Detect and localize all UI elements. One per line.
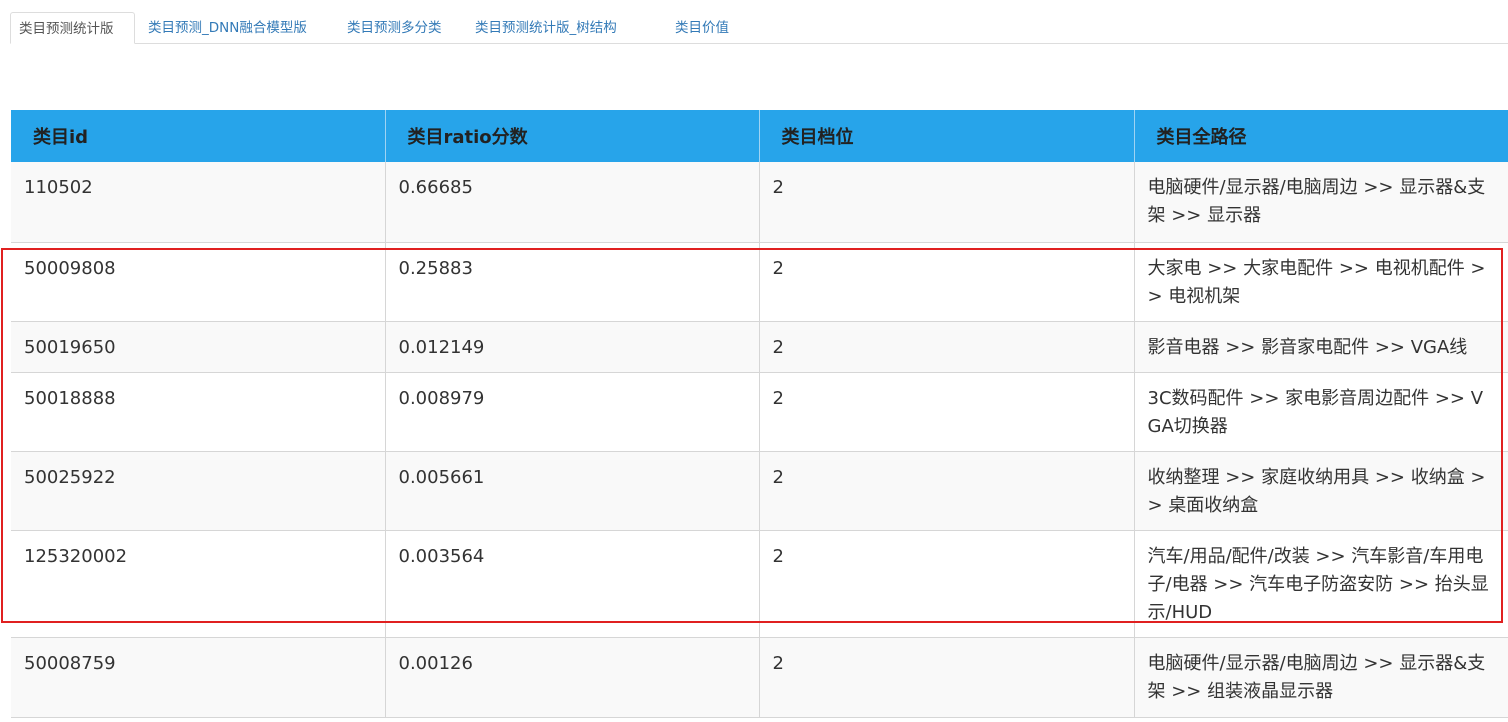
header-category-ratio: 类目ratio分数 [385,110,760,162]
table-row: 50008759 0.00126 2 电脑硬件/显示器/电脑周边 >> 显示器&… [11,637,1508,718]
cell-category-ratio: 0.66685 [385,162,760,243]
cell-category-level: 2 [759,451,1135,531]
cell-category-ratio: 0.00126 [385,637,760,718]
cell-category-path: 收纳整理 >> 家庭收纳用具 >> 收纳盒 >> 桌面收纳盒 [1134,451,1508,531]
cell-category-level: 2 [759,637,1135,718]
cell-category-ratio: 0.008979 [385,372,760,452]
cell-category-level: 2 [759,162,1135,243]
cell-category-path: 影音电器 >> 影音家电配件 >> VGA线 [1134,321,1508,373]
cell-category-path: 电脑硬件/显示器/电脑周边 >> 显示器&支架 >> 组装液晶显示器 [1134,637,1508,718]
table-header-row: 类目id 类目ratio分数 类目档位 类目全路径 [11,110,1508,162]
cell-category-path: 3C数码配件 >> 家电影音周边配件 >> VGA切换器 [1134,372,1508,452]
cell-category-id: 50025922 [11,451,386,531]
table-row: 50018888 0.008979 2 3C数码配件 >> 家电影音周边配件 >… [11,372,1508,452]
category-table: 类目id 类目ratio分数 类目档位 类目全路径 110502 0.66685… [11,110,1508,718]
cell-category-id: 50018888 [11,372,386,452]
cell-category-ratio: 0.005661 [385,451,760,531]
header-category-level: 类目档位 [759,110,1135,162]
tab-category-prediction-stats[interactable]: 类目预测统计版 [10,12,135,44]
cell-category-level: 2 [759,372,1135,452]
cell-category-id: 110502 [11,162,386,243]
table-row: 50009808 0.25883 2 大家电 >> 大家电配件 >> 电视机配件… [11,242,1508,322]
cell-category-id: 50008759 [11,637,386,718]
header-category-id: 类目id [11,110,386,162]
cell-category-level: 2 [759,321,1135,373]
tab-category-value[interactable]: 类目价值 [675,12,729,44]
header-category-path: 类目全路径 [1134,110,1508,162]
cell-category-id: 50009808 [11,242,386,322]
table-row: 50025922 0.005661 2 收纳整理 >> 家庭收纳用具 >> 收纳… [11,451,1508,531]
cell-category-id: 50019650 [11,321,386,373]
cell-category-ratio: 0.012149 [385,321,760,373]
cell-category-ratio: 0.003564 [385,530,760,638]
cell-category-level: 2 [759,242,1135,322]
cell-category-path: 电脑硬件/显示器/电脑周边 >> 显示器&支架 >> 显示器 [1134,162,1508,243]
cell-category-path: 汽车/用品/配件/改装 >> 汽车影音/车用电子/电器 >> 汽车电子防盗安防 … [1134,530,1508,638]
table-row: 110502 0.66685 2 电脑硬件/显示器/电脑周边 >> 显示器&支架… [11,162,1508,243]
cell-category-level: 2 [759,530,1135,638]
tab-category-prediction-tree[interactable]: 类目预测统计版_树结构 [475,12,617,44]
table-row: 125320002 0.003564 2 汽车/用品/配件/改装 >> 汽车影音… [11,530,1508,638]
tab-bar: 类目预测统计版 类目预测_DNN融合模型版 类目预测多分类 类目预测统计版_树结… [10,12,1508,44]
cell-category-ratio: 0.25883 [385,242,760,322]
cell-category-id: 125320002 [11,530,386,638]
category-table-container: 类目id 类目ratio分数 类目档位 类目全路径 110502 0.66685… [11,110,1508,718]
cell-category-path: 大家电 >> 大家电配件 >> 电视机配件 >> 电视机架 [1134,242,1508,322]
table-row: 50019650 0.012149 2 影音电器 >> 影音家电配件 >> VG… [11,321,1508,373]
tab-category-prediction-dnn[interactable]: 类目预测_DNN融合模型版 [148,12,307,44]
tab-category-prediction-multiclass[interactable]: 类目预测多分类 [347,12,442,44]
